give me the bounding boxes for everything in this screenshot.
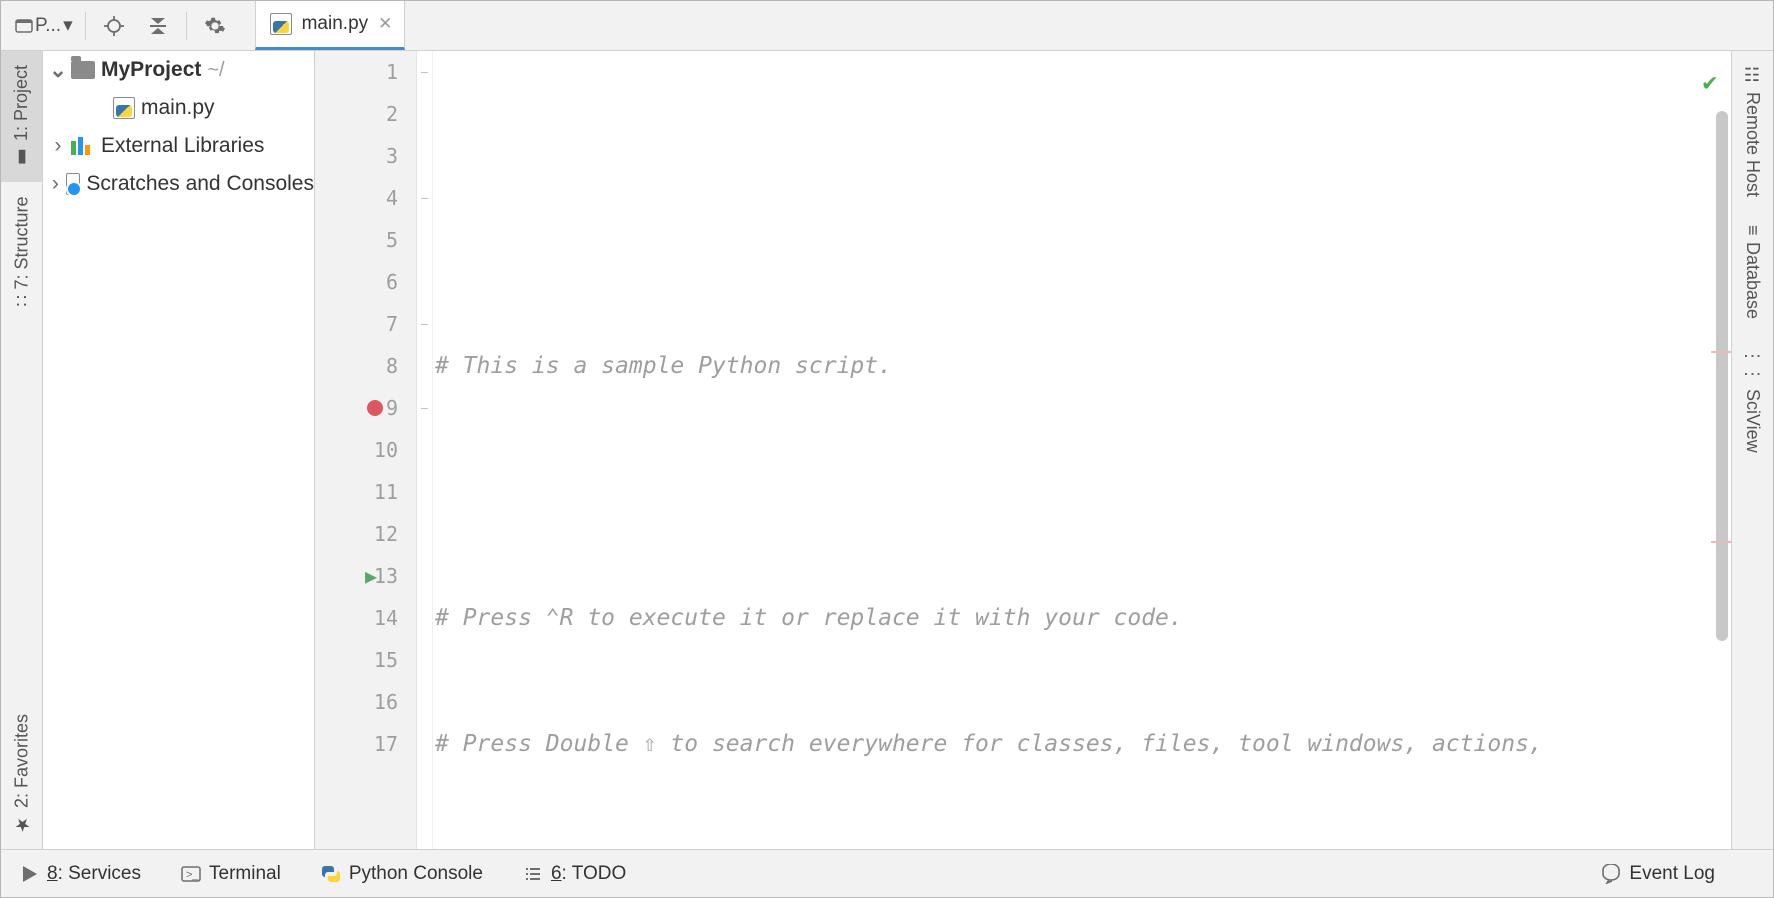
- fold-mark[interactable]: −: [417, 51, 432, 93]
- tab-label: main.py: [302, 13, 369, 35]
- separator: [186, 12, 187, 40]
- run-gutter-icon[interactable]: ▶: [365, 564, 377, 588]
- status-python-console[interactable]: Python Console: [321, 863, 483, 885]
- nav-dropdown[interactable]: P... ▾: [9, 14, 79, 37]
- chevron-right-icon: ›: [51, 172, 60, 196]
- separator: [85, 12, 86, 40]
- tool-database[interactable]: ≡ Database: [1742, 211, 1763, 333]
- fold-mark[interactable]: −: [417, 303, 432, 345]
- tree-scratches[interactable]: › Scratches and Consoles: [43, 165, 314, 203]
- tree-project-root[interactable]: ⌄ MyProject ~/: [43, 51, 314, 89]
- status-bar: 8: Services >_ Terminal Python Console 6…: [1, 849, 1773, 897]
- fold-mark: [417, 429, 432, 471]
- line-number[interactable]: 9: [315, 387, 416, 429]
- line-number[interactable]: 17: [315, 723, 416, 765]
- line-number[interactable]: 13▶: [315, 555, 416, 597]
- tool-sciview[interactable]: ⋮⋮ SciView: [1742, 333, 1764, 467]
- line-number[interactable]: 7: [315, 303, 416, 345]
- collapse-icon[interactable]: [136, 5, 180, 47]
- chevron-down-icon: ⌄: [51, 58, 65, 83]
- editor-tab[interactable]: main.py ✕: [255, 1, 406, 50]
- left-tool-strip: ▮ 1: Project ∷ 7: Structure ★ 2: Favorit…: [1, 51, 43, 849]
- tool-project[interactable]: ▮ 1: Project: [1, 51, 42, 182]
- right-tool-strip: ☷ Remote Host ≡ Database ⋮⋮ SciView: [1731, 51, 1773, 849]
- error-stripe[interactable]: [1711, 541, 1731, 543]
- status-event-log[interactable]: Event Log: [1601, 863, 1715, 885]
- line-number[interactable]: 12: [315, 513, 416, 555]
- tree-external-libraries[interactable]: › External Libraries: [43, 127, 314, 165]
- python-file-icon: [113, 97, 135, 119]
- tool-remote-host[interactable]: ☷ Remote Host: [1742, 51, 1764, 211]
- line-number[interactable]: 4: [315, 177, 416, 219]
- line-number[interactable]: 1: [315, 51, 416, 93]
- fold-mark: [417, 471, 432, 513]
- tool-structure[interactable]: ∷ 7: Structure: [11, 182, 33, 321]
- gear-icon[interactable]: [193, 5, 237, 47]
- python-file-icon: [270, 13, 292, 35]
- line-number[interactable]: 3: [315, 135, 416, 177]
- fold-mark: [417, 513, 432, 555]
- code-area[interactable]: ✔ # This is a sample Python script. # Pr…: [433, 51, 1731, 849]
- fold-mark: [417, 639, 432, 681]
- tree-file[interactable]: main.py: [43, 89, 314, 127]
- locate-icon[interactable]: [92, 5, 136, 47]
- error-stripe[interactable]: [1711, 351, 1731, 353]
- line-number[interactable]: 14: [315, 597, 416, 639]
- status-todo[interactable]: 6: TODO: [523, 863, 626, 885]
- nav-dropdown-label: P...: [35, 15, 61, 37]
- status-terminal[interactable]: >_ Terminal: [181, 863, 281, 885]
- fold-mark: [417, 135, 432, 177]
- chevron-right-icon: ›: [51, 134, 65, 158]
- breakpoint-icon[interactable]: [367, 400, 383, 416]
- line-number[interactable]: 15: [315, 639, 416, 681]
- svg-text:>_: >_: [186, 869, 199, 881]
- line-number[interactable]: 5: [315, 219, 416, 261]
- line-number[interactable]: 6: [315, 261, 416, 303]
- fold-mark: [417, 555, 432, 597]
- line-number[interactable]: 16: [315, 681, 416, 723]
- toolbar: P... ▾ main.py ✕: [1, 1, 1773, 51]
- line-number[interactable]: 10: [315, 429, 416, 471]
- fold-mark: [417, 597, 432, 639]
- fold-mark: [417, 93, 432, 135]
- libraries-icon: [71, 137, 95, 155]
- scrollbar-thumb[interactable]: [1716, 111, 1728, 641]
- line-number[interactable]: 8: [315, 345, 416, 387]
- line-number[interactable]: 11: [315, 471, 416, 513]
- fold-mark: [417, 723, 432, 765]
- scratches-icon: [66, 173, 81, 195]
- editor[interactable]: 12345678910111213▶14151617 −−−− ✔ # This…: [315, 51, 1731, 849]
- project-tree: ⌄ MyProject ~/ main.py › External Librar…: [43, 51, 315, 849]
- fold-mark[interactable]: −: [417, 387, 432, 429]
- tool-favorites[interactable]: ★ 2: Favorites: [11, 700, 33, 849]
- fold-strip: − − − −: [417, 51, 433, 849]
- folder-icon: [71, 61, 95, 79]
- fold-mark[interactable]: −: [417, 177, 432, 219]
- close-icon[interactable]: ✕: [378, 14, 392, 34]
- fold-mark: [417, 345, 432, 387]
- checkmark-icon: ✔: [1703, 61, 1717, 103]
- line-number[interactable]: 2: [315, 93, 416, 135]
- fold-mark: [417, 681, 432, 723]
- gutter[interactable]: 12345678910111213▶14151617: [315, 51, 417, 849]
- fold-mark: [417, 219, 432, 261]
- status-services[interactable]: 8: Services: [19, 863, 141, 885]
- fold-mark: [417, 261, 432, 303]
- chevron-down-icon: ▾: [63, 14, 73, 37]
